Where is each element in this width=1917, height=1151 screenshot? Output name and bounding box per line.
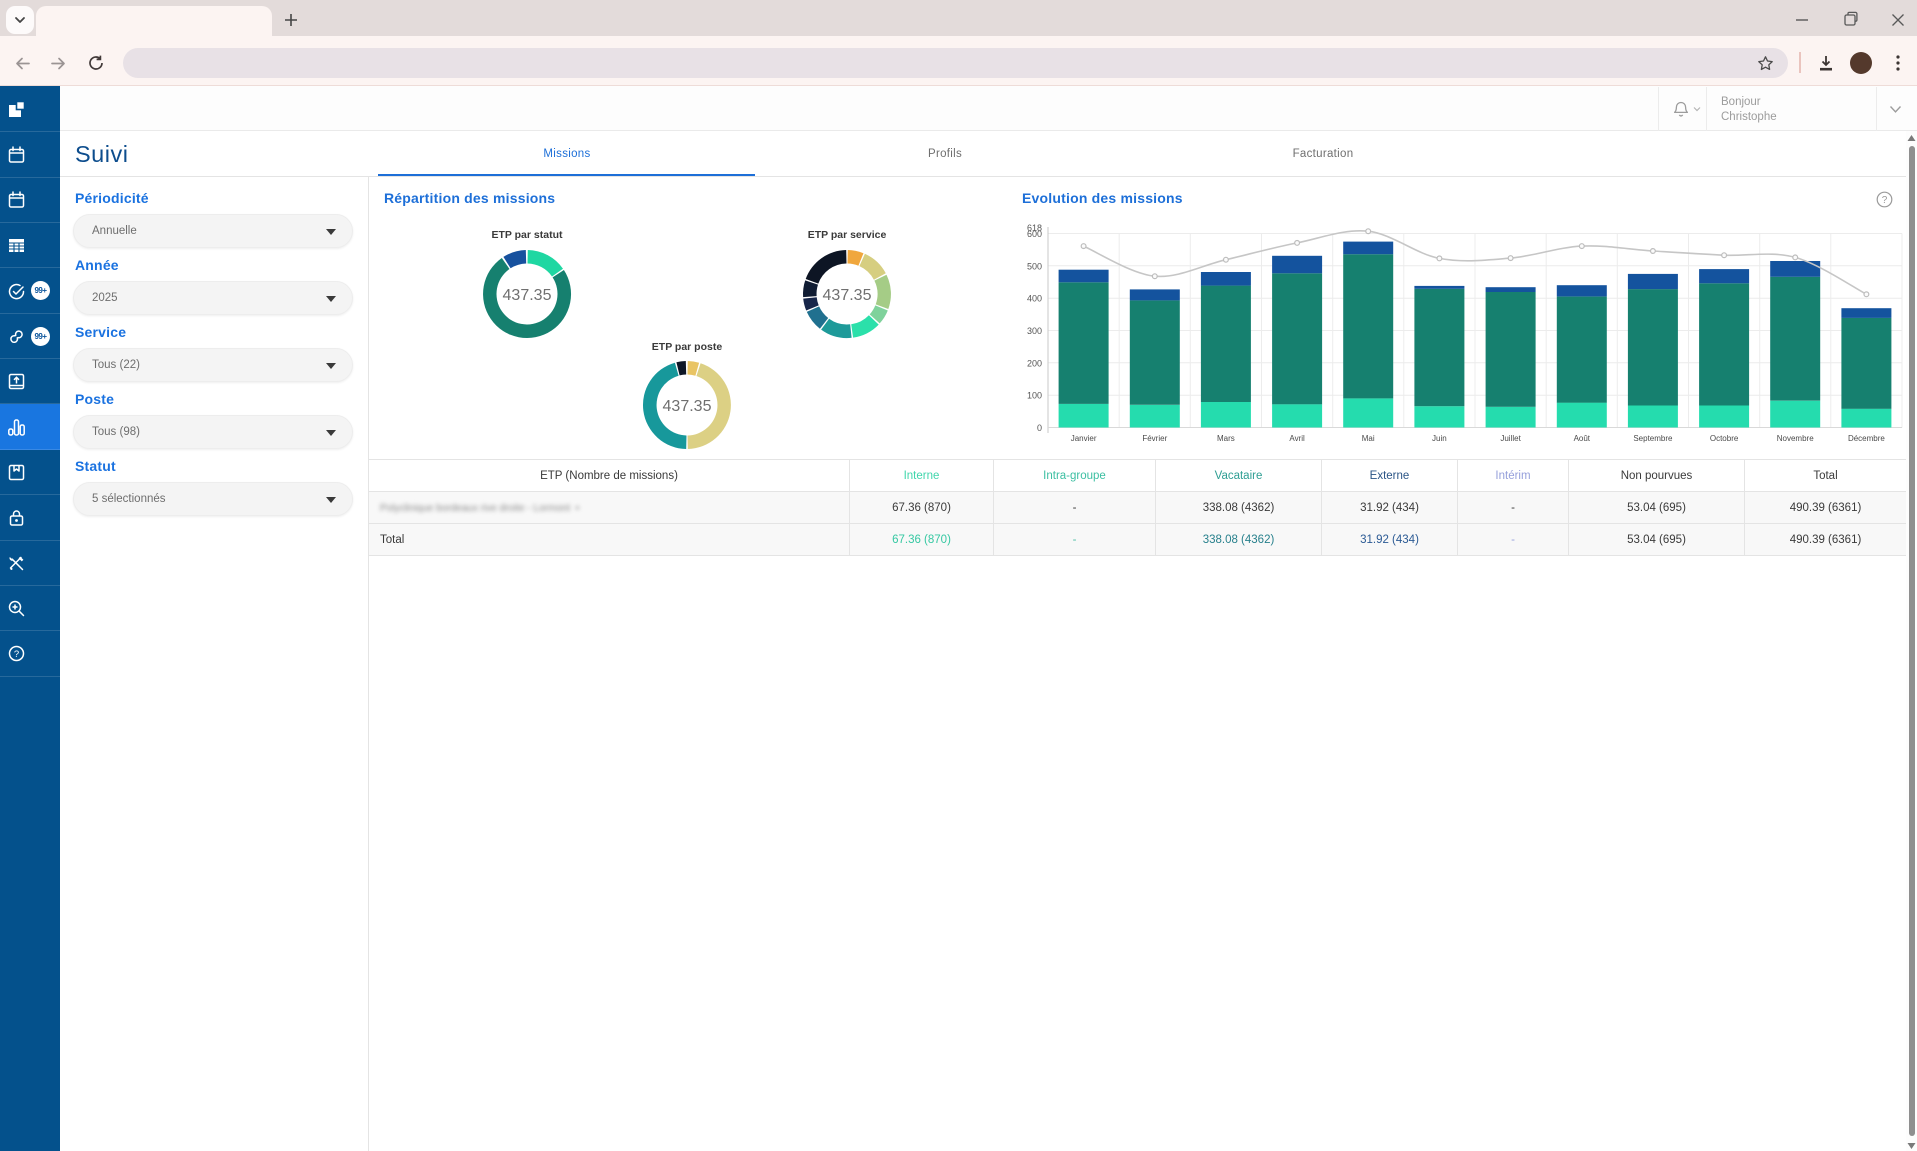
svg-text:200: 200 <box>1027 358 1042 368</box>
svg-text:400: 400 <box>1027 294 1042 304</box>
svg-text:100: 100 <box>1027 391 1042 401</box>
svg-text:Octobre: Octobre <box>1710 434 1739 443</box>
svg-text:Décembre: Décembre <box>1848 434 1885 443</box>
svg-text:Janvier: Janvier <box>1071 434 1097 443</box>
svg-text:Novembre: Novembre <box>1777 434 1814 443</box>
svg-text:Avril: Avril <box>1289 434 1305 443</box>
svg-text:300: 300 <box>1027 326 1042 336</box>
svg-text:618: 618 <box>1027 223 1042 233</box>
svg-text:Juin: Juin <box>1432 434 1447 443</box>
svg-text:500: 500 <box>1027 261 1042 271</box>
svg-text:Février: Février <box>1142 434 1167 443</box>
svg-text:0: 0 <box>1037 423 1042 433</box>
svg-text:Mars: Mars <box>1217 434 1235 443</box>
svg-text:Mai: Mai <box>1362 434 1375 443</box>
svg-text:Septembre: Septembre <box>1633 434 1673 443</box>
svg-text:Août: Août <box>1574 434 1591 443</box>
svg-text:Juillet: Juillet <box>1500 434 1521 443</box>
